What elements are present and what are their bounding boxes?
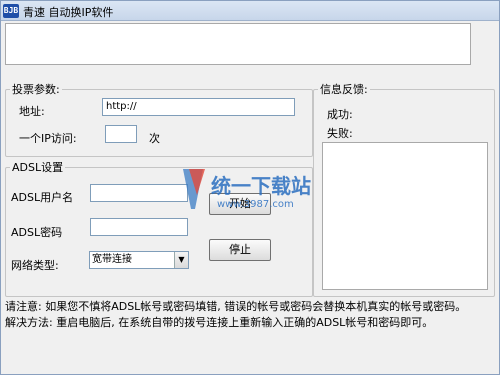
top-display-panel (5, 23, 471, 65)
address-label: 地址: (19, 105, 45, 118)
stop-button[interactable]: 停止 (209, 239, 271, 261)
network-type-label: 网络类型: (11, 259, 59, 272)
chevron-down-icon[interactable]: ▼ (174, 252, 188, 268)
warning-note: 请注意: 如果您不慎将ADSL帐号或密码填错, 错误的帐号或密码会替换本机真实的… (5, 300, 467, 313)
network-type-value: 宽带连接 (92, 254, 132, 265)
success-label: 成功: (327, 108, 353, 121)
adsl-password-input[interactable] (90, 218, 188, 236)
title-bar: BJB 青速 自动换IP软件 (1, 1, 499, 21)
solution-note: 解决方法: 重启电脑后, 在系统自带的拨号连接上重新输入正确的ADSL帐号和密码… (5, 316, 434, 329)
adsl-password-label: ADSL密码 (11, 226, 63, 239)
fail-label: 失败: (327, 127, 353, 140)
adsl-legend: ADSL设置 (12, 161, 64, 174)
visits-unit-label: 次 (149, 132, 160, 145)
vote-params-legend: 投票参数: (12, 83, 60, 96)
app-window: BJB 青速 自动换IP软件 投票参数: 地址: http:// 一个IP访问:… (0, 0, 500, 375)
adsl-user-label: ADSL用户名 (11, 191, 74, 204)
address-input[interactable]: http:// (102, 98, 295, 116)
feedback-legend: 信息反馈: (320, 83, 368, 96)
feedback-log-area[interactable] (322, 142, 488, 290)
start-button[interactable]: 开始 (209, 193, 271, 215)
app-icon: BJB (3, 4, 19, 18)
visits-per-ip-label: 一个IP访问: (19, 132, 77, 145)
window-title: 青速 自动换IP软件 (23, 6, 114, 19)
visits-per-ip-input[interactable] (105, 125, 137, 143)
adsl-user-input[interactable] (90, 184, 188, 202)
network-type-select[interactable]: 宽带连接 ▼ (89, 251, 189, 269)
